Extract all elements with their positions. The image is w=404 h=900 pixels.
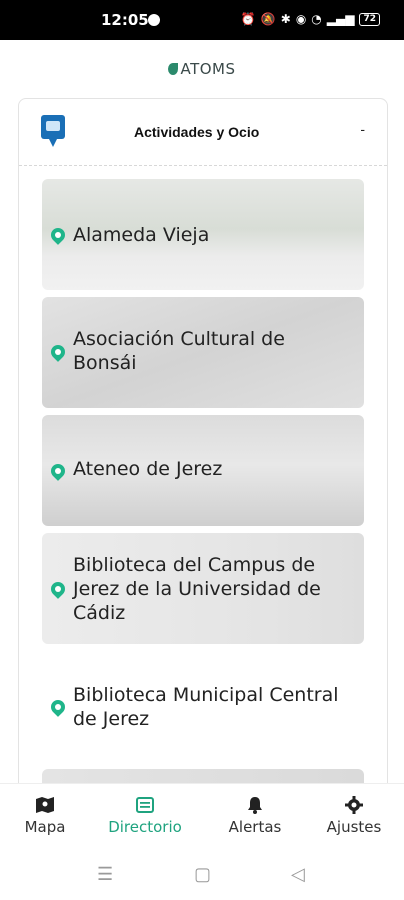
wifi-icon: ◔ bbox=[311, 12, 322, 26]
app-name: ATOMS bbox=[180, 60, 236, 78]
list-item[interactable]: Asociación Cultural de Bonsái bbox=[42, 297, 364, 408]
nav-mapa-label: Mapa bbox=[24, 818, 66, 836]
location-icon: ◉ bbox=[295, 12, 307, 26]
bluetooth-icon: ✱ bbox=[280, 12, 291, 26]
item-label: Asociación Cultural de Bonsái bbox=[73, 328, 285, 374]
category-title: Actividades y Ocio bbox=[134, 124, 260, 140]
category-header[interactable]: Actividades y Ocio - bbox=[19, 99, 387, 166]
nav-mapa[interactable]: Mapa bbox=[0, 796, 90, 836]
category-icon bbox=[41, 115, 65, 147]
item-label: Ateneo de Jerez bbox=[73, 458, 223, 480]
list-item[interactable]: Biblioteca Municipal Central de Jerez bbox=[42, 651, 364, 762]
list-icon bbox=[136, 797, 154, 813]
item-label: Biblioteca del Campus de Jerez de la Uni… bbox=[73, 554, 321, 624]
home-icon[interactable]: ▢ bbox=[194, 864, 211, 885]
recents-icon[interactable]: ☰ bbox=[97, 864, 113, 885]
item-label: Alameda Vieja bbox=[73, 224, 210, 246]
status-time: 12:05 bbox=[101, 11, 149, 29]
collapse-button[interactable]: - bbox=[360, 121, 365, 137]
bottom-navigation: Mapa Directorio Alertas Ajustes bbox=[0, 783, 404, 846]
system-navigation-bar: ☰ ▢ ◁ bbox=[0, 850, 404, 900]
app-notification-icon bbox=[148, 14, 160, 26]
list-item[interactable]: Ateneo de Jerez bbox=[42, 415, 364, 526]
status-icons: ⏰ 🔕 ✱ ◉ ◔ ▂▄▆ 72 bbox=[241, 12, 380, 26]
alarm-icon: ⏰ bbox=[240, 12, 256, 26]
gear-icon bbox=[345, 796, 363, 814]
nav-alertas[interactable]: Alertas bbox=[210, 796, 300, 836]
bell-icon bbox=[248, 797, 262, 814]
silent-icon: 🔕 bbox=[260, 12, 276, 26]
nav-directorio[interactable]: Directorio bbox=[100, 796, 190, 836]
item-label: Biblioteca Municipal Central de Jerez bbox=[73, 684, 339, 730]
battery-icon: 72 bbox=[359, 12, 380, 26]
logo-leaf-icon bbox=[168, 63, 179, 75]
map-icon bbox=[36, 797, 54, 813]
nav-ajustes[interactable]: Ajustes bbox=[309, 796, 399, 836]
category-card: Actividades y Ocio - Alameda Vieja Asoci… bbox=[18, 98, 388, 800]
back-icon[interactable]: ◁ bbox=[291, 864, 305, 885]
nav-directorio-label: Directorio bbox=[108, 818, 182, 836]
nav-ajustes-label: Ajustes bbox=[326, 818, 382, 836]
list-item[interactable]: Biblioteca del Campus de Jerez de la Uni… bbox=[42, 533, 364, 644]
nav-alertas-label: Alertas bbox=[228, 818, 282, 836]
signal-icon: ▂▄▆ bbox=[326, 12, 355, 26]
list-item[interactable]: Alameda Vieja bbox=[42, 179, 364, 290]
status-bar: 12:05 ⏰ 🔕 ✱ ◉ ◔ ▂▄▆ 72 bbox=[0, 0, 404, 40]
app-logo: ATOMS bbox=[0, 60, 404, 78]
